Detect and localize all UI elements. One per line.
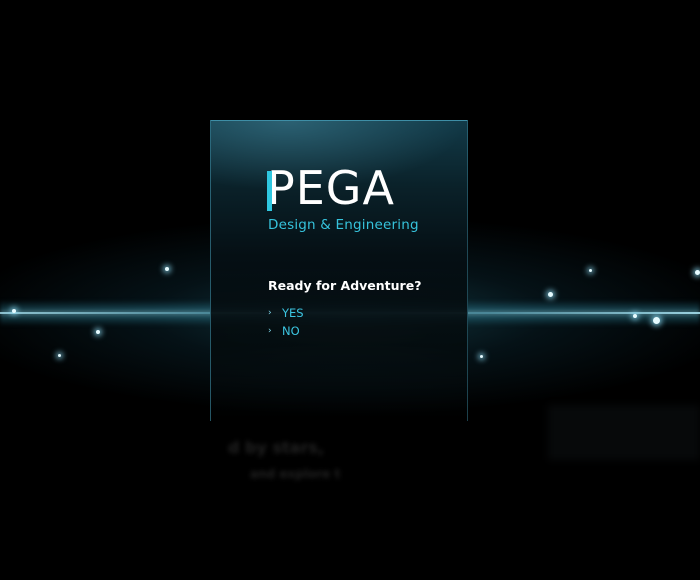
star-sparkle bbox=[12, 309, 16, 313]
welcome-panel: PEGA Design & Engineering Ready for Adve… bbox=[210, 120, 468, 421]
star-sparkle bbox=[96, 330, 100, 334]
intro-screen: d by stars, and explore t PEGA Design & … bbox=[0, 0, 700, 580]
blurred-background-text: d by stars, bbox=[228, 438, 324, 457]
star-sparkle bbox=[589, 269, 592, 272]
chevron-right-icon: › bbox=[268, 308, 272, 318]
star-sparkle bbox=[653, 317, 660, 324]
brand-logo: PEGA bbox=[267, 161, 395, 215]
logo-accent-bar bbox=[267, 171, 272, 211]
star-sparkle bbox=[695, 270, 700, 275]
yes-option[interactable]: › YES bbox=[268, 306, 304, 320]
no-option-label: NO bbox=[282, 324, 300, 338]
no-option[interactable]: › NO bbox=[268, 324, 300, 338]
yes-option-label: YES bbox=[282, 306, 304, 320]
prompt-question: Ready for Adventure? bbox=[268, 278, 422, 293]
chevron-right-icon: › bbox=[268, 326, 272, 336]
brand-tagline: Design & Engineering bbox=[268, 217, 419, 233]
star-sparkle bbox=[165, 267, 169, 271]
star-sparkle bbox=[548, 292, 553, 297]
blurred-panel bbox=[548, 405, 700, 460]
star-sparkle bbox=[480, 355, 483, 358]
star-sparkle bbox=[633, 314, 637, 318]
star-sparkle bbox=[58, 354, 61, 357]
blurred-background-text: and explore t bbox=[250, 467, 341, 481]
